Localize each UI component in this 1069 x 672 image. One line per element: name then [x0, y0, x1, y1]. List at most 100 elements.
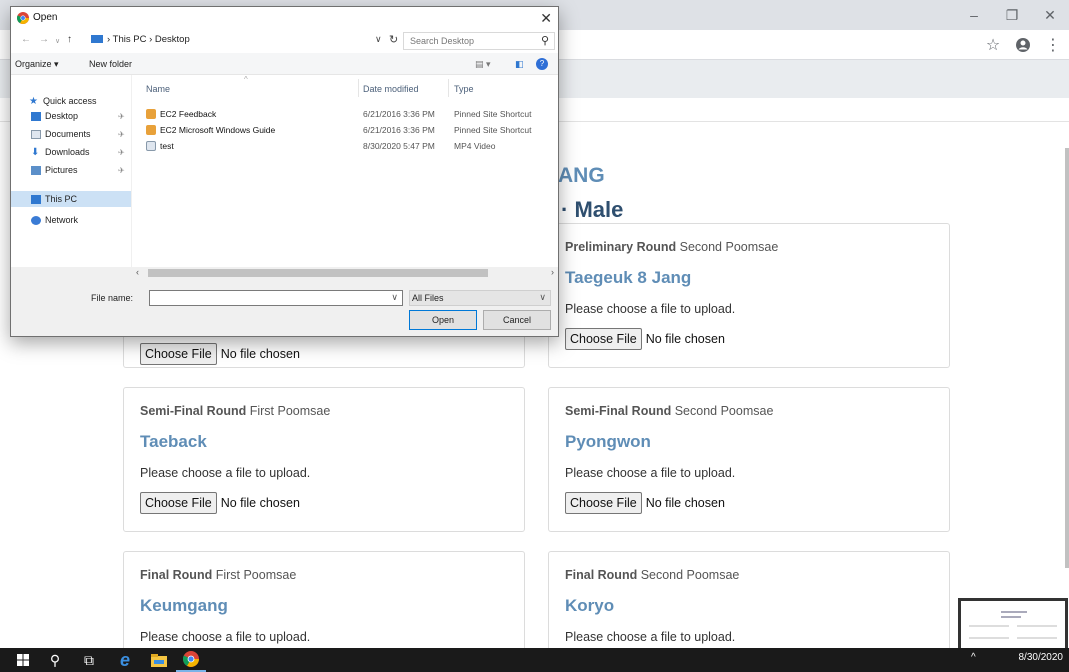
refresh-icon[interactable]: ↻ [389, 33, 398, 46]
choose-file-button[interactable]: Choose File [140, 492, 217, 514]
nav-downloads[interactable]: ⬇ Downloads [31, 147, 90, 157]
profile-icon[interactable] [1013, 34, 1033, 56]
search-placeholder: Search Desktop [410, 36, 475, 46]
file-input[interactable]: Choose File No file chosen [140, 492, 508, 514]
round-label: Preliminary Round Second Poomsae [565, 240, 779, 254]
star-icon[interactable]: ☆ [983, 34, 1003, 56]
column-date-modified[interactable]: Date modified [363, 84, 419, 94]
pin-icon[interactable]: ✈ [118, 130, 125, 139]
poomsae-name: Keumgang [140, 596, 228, 615]
upload-hint: Please choose a file to upload. [140, 630, 311, 644]
breadcrumb-desktop[interactable]: Desktop [155, 34, 190, 45]
choose-file-button[interactable]: Choose File [140, 343, 217, 365]
scroll-left-icon[interactable]: ‹ [136, 267, 139, 277]
breadcrumb[interactable]: › This PC › Desktop [91, 34, 190, 45]
pin-icon[interactable]: ✈ [118, 112, 125, 121]
dialog-address-bar: ← → ∨ ↑ › This PC › Desktop ∨ ↻ Search D… [11, 29, 558, 53]
shortcut-icon [146, 125, 156, 135]
round-label: Final Round First Poomsae [140, 568, 297, 582]
download-arrow-icon: ⬇ [31, 146, 40, 158]
help-icon[interactable]: ? [536, 58, 548, 70]
search-icon: ⚲ [540, 35, 549, 47]
dialog-command-bar: Organize ▾ New folder ▤ ▾ ◧ ? [11, 53, 558, 75]
file-input[interactable]: Choose File No file chosen [140, 343, 300, 365]
nav-documents[interactable]: Documents [31, 129, 91, 139]
dialog-titlebar[interactable]: Open ✕ [11, 7, 558, 29]
file-status: No file chosen [645, 332, 725, 346]
up-arrow-icon[interactable]: ↑ [67, 34, 72, 45]
column-type[interactable]: Type [454, 84, 474, 94]
pc-icon [31, 194, 41, 204]
network-icon [31, 215, 41, 225]
cancel-button[interactable]: Cancel [483, 310, 551, 330]
address-dropdown-icon[interactable]: ∨ [375, 34, 382, 45]
shortcut-icon [146, 109, 156, 119]
search-icon[interactable]: ⚲ [40, 648, 70, 672]
upload-card: Semi-Final Round Second Poomsae Pyongwon… [548, 387, 950, 532]
file-input[interactable]: Choose File No file chosen [565, 328, 933, 350]
upload-hint: Please choose a file to upload. [565, 302, 736, 316]
star-icon: ★ [29, 95, 38, 107]
pin-icon[interactable]: ✈ [118, 166, 125, 175]
file-name-dropdown-icon[interactable]: ∨ [391, 292, 398, 303]
view-options-icon[interactable]: ▤ ▾ [475, 59, 491, 70]
nav-pictures[interactable]: Pictures [31, 165, 78, 175]
round-label: Semi-Final Round Second Poomsae [565, 404, 774, 418]
column-name[interactable]: Name [146, 84, 170, 94]
upload-hint: Please choose a file to upload. [140, 466, 311, 480]
clock-date[interactable]: 8/30/2020 [1019, 652, 1064, 663]
file-row[interactable]: EC2 Feedback 6/21/2016 3:36 PM Pinned Si… [132, 109, 558, 121]
tray-chevron-icon[interactable]: ^ [971, 652, 976, 663]
chevron-down-icon: ∨ [539, 292, 546, 302]
recent-chevron-icon[interactable]: ∨ [55, 37, 60, 45]
close-window-button[interactable]: ✕ [1031, 0, 1069, 30]
page-scrollbar[interactable] [1065, 148, 1069, 568]
nav-quick-access[interactable]: ★ Quick access [29, 96, 97, 106]
file-status: No file chosen [220, 496, 300, 510]
forward-arrow-icon[interactable]: → [39, 34, 49, 45]
taskbar: ⚲ ⧉ e ^ 8/30/2020 [0, 648, 1069, 672]
organize-button[interactable]: Organize ▾ [15, 59, 59, 70]
upload-card: Semi-Final Round First Poomsae Taeback P… [123, 387, 525, 532]
minimize-button[interactable]: – [955, 0, 993, 30]
nav-desktop[interactable]: Desktop [31, 111, 78, 121]
nav-this-pc[interactable]: This PC [11, 191, 131, 207]
system-tray: ^ 8/30/2020 [971, 652, 1063, 663]
scroll-thumb[interactable] [148, 269, 488, 277]
file-name-label: File name: [91, 293, 134, 303]
file-explorer-icon[interactable] [144, 648, 174, 672]
new-folder-button[interactable]: New folder [89, 59, 132, 69]
window-controls: – ❐ ✕ [955, 0, 1069, 30]
pictures-icon [31, 165, 41, 175]
sort-indicator-icon: ^ [244, 75, 248, 84]
open-button[interactable]: Open [409, 310, 477, 330]
back-arrow-icon[interactable]: ← [21, 34, 31, 45]
file-row[interactable]: EC2 Microsoft Windows Guide 6/21/2016 3:… [132, 125, 558, 137]
poomsae-name: Taeback [140, 432, 207, 451]
horizontal-scrollbar[interactable]: ‹ › [132, 267, 558, 279]
scroll-right-icon[interactable]: › [551, 267, 554, 277]
file-list: ^ Name Date modified Type EC2 Feedback 6… [132, 75, 558, 267]
dialog-title: Open [33, 12, 58, 23]
chrome-taskbar-icon[interactable] [176, 648, 206, 672]
choose-file-button[interactable]: Choose File [565, 492, 642, 514]
nav-network[interactable]: Network [31, 215, 78, 225]
round-label: Final Round Second Poomsae [565, 568, 740, 582]
category-heading: · Male [561, 197, 624, 222]
choose-file-button[interactable]: Choose File [565, 328, 642, 350]
file-row[interactable]: test 8/30/2020 5:47 PM MP4 Video [132, 141, 558, 153]
round-label: Semi-Final Round First Poomsae [140, 404, 331, 418]
task-view-icon[interactable]: ⧉ [74, 648, 104, 672]
file-type-select[interactable]: All Files ∨ [409, 290, 551, 306]
preview-pane-icon[interactable]: ◧ [515, 59, 524, 70]
dialog-close-button[interactable]: ✕ [540, 10, 552, 27]
file-input[interactable]: Choose File No file chosen [565, 492, 933, 514]
edge-icon[interactable]: e [110, 648, 140, 672]
breadcrumb-this-pc[interactable]: This PC [113, 34, 147, 45]
file-name-input[interactable]: ∨ [149, 290, 403, 306]
restore-button[interactable]: ❐ [993, 0, 1031, 30]
start-button[interactable] [8, 648, 38, 672]
more-icon[interactable]: ⋮ [1043, 34, 1063, 56]
pin-icon[interactable]: ✈ [118, 148, 125, 157]
search-input[interactable]: Search Desktop ⚲ [403, 32, 555, 50]
